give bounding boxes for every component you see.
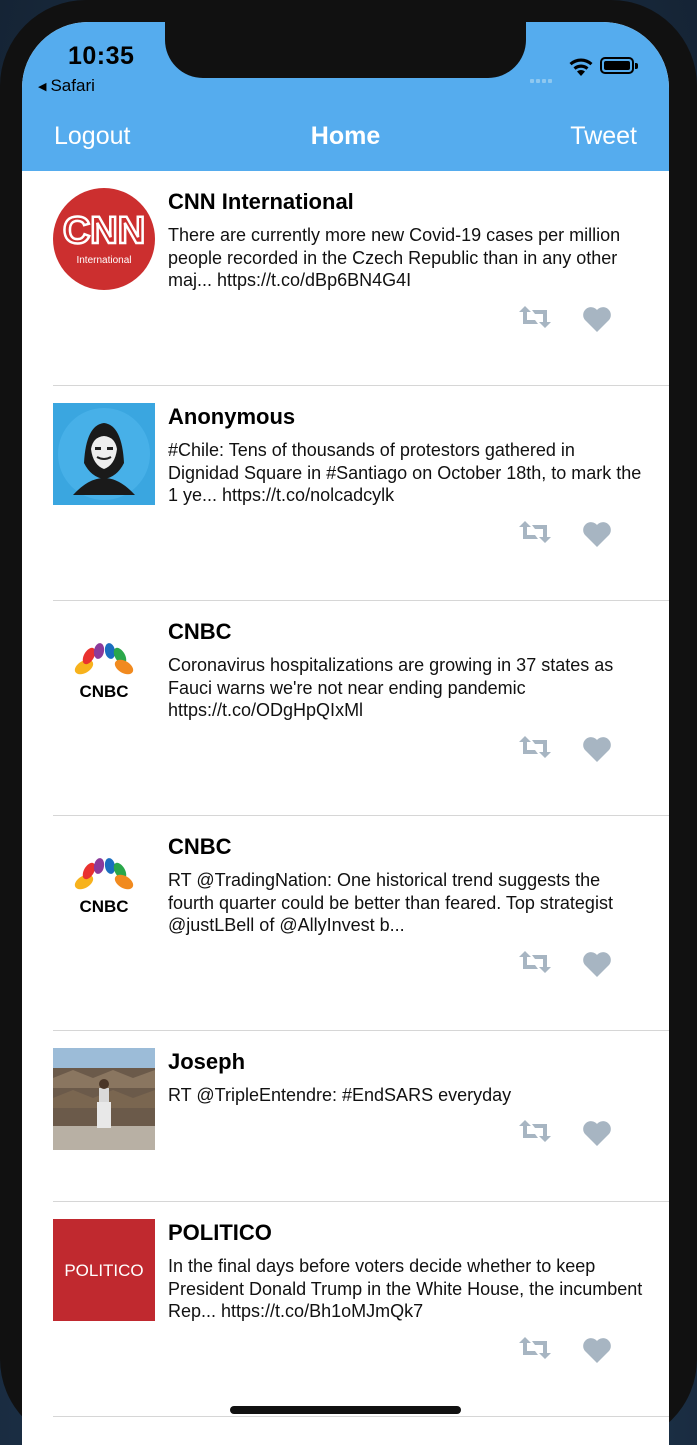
home-indicator[interactable]: [230, 1406, 461, 1414]
retweet-icon[interactable]: [518, 734, 552, 760]
svg-text:International: International: [76, 255, 131, 266]
tweet-text: RT @TradingNation: One historical trend …: [168, 870, 613, 935]
status-time: 10:35: [68, 42, 135, 70]
retweet-icon[interactable]: [518, 1118, 552, 1144]
tweet-actions: [518, 304, 618, 338]
back-arrow-icon: ◀: [38, 81, 47, 93]
logout-button[interactable]: Logout: [54, 122, 130, 151]
wifi-icon: [569, 58, 593, 76]
like-heart-icon[interactable]: [582, 306, 612, 332]
like-heart-icon[interactable]: [582, 1337, 612, 1363]
tweet-actions: [518, 734, 618, 768]
tweet-text: RT @TripleEntendre: #EndSARS everyday: [168, 1085, 512, 1105]
retweet-icon[interactable]: [518, 949, 552, 975]
avatar-politico[interactable]: POLITICO: [53, 1219, 155, 1321]
avatar-cnbc[interactable]: CNBC: [53, 833, 155, 935]
tweet-author: CNBC: [168, 834, 232, 859]
retweet-icon[interactable]: [518, 1335, 552, 1361]
svg-text:CNBC: CNBC: [79, 897, 128, 916]
svg-text:CNBC: CNBC: [79, 682, 128, 701]
screen: 10:35 ◀ Safari Home Logout Tweet CNN Int…: [22, 22, 669, 1445]
tweet-author: Joseph: [168, 1049, 246, 1074]
avatar-cnbc[interactable]: CNBC: [53, 618, 155, 720]
avatar-cnn[interactable]: CNN International: [53, 188, 155, 290]
tweet-row[interactable]: CNN International CNN International Ther…: [53, 171, 669, 386]
like-heart-icon[interactable]: [582, 521, 612, 547]
svg-text:POLITICO: POLITICO: [64, 1261, 143, 1280]
tweet-row[interactable]: Anonymous #Chile: Tens of thousands of p…: [53, 386, 669, 601]
tweet-author: POLITICO: [168, 1220, 272, 1245]
back-to-safari[interactable]: ◀ Safari: [38, 76, 95, 96]
battery-icon: [600, 57, 638, 74]
tweet-actions: [518, 519, 618, 553]
notch: [165, 22, 526, 78]
tweet-text: Coronavirus hospitalizations are growing…: [168, 655, 614, 720]
tweet-text: #Chile: Tens of thousands of protestors …: [168, 440, 642, 505]
tweet-feed[interactable]: CNN International CNN International Ther…: [22, 171, 669, 1417]
tweet-row[interactable]: CNBC CNBC Coronavirus hospitalizations a…: [53, 601, 669, 816]
tweet-actions: [518, 1335, 618, 1369]
tweet-button[interactable]: Tweet: [570, 122, 637, 151]
status-bar: 10:35 ◀ Safari: [22, 22, 669, 118]
phone-frame: 10:35 ◀ Safari Home Logout Tweet CNN Int…: [0, 0, 697, 1445]
avatar-anonymous[interactable]: [53, 403, 155, 505]
svg-text:CNN: CNN: [63, 210, 145, 252]
like-heart-icon[interactable]: [582, 951, 612, 977]
nav-bar: Home Logout Tweet: [22, 118, 669, 171]
tweet-actions: [518, 949, 618, 983]
tweet-author: CNN International: [168, 189, 354, 214]
tweet-row[interactable]: CNBC CNBC RT @TradingNation: One histori…: [53, 816, 669, 1031]
retweet-icon[interactable]: [518, 519, 552, 545]
tweet-author: Anonymous: [168, 404, 296, 429]
tweet-text: There are currently more new Covid-19 ca…: [168, 225, 621, 290]
tweet-actions: [518, 1118, 618, 1152]
like-heart-icon[interactable]: [582, 1120, 612, 1146]
avatar-joseph[interactable]: [53, 1048, 155, 1150]
tweet-text: In the final days before voters decide w…: [168, 1256, 643, 1321]
retweet-icon[interactable]: [518, 304, 552, 330]
tweet-row[interactable]: Joseph RT @TripleEntendre: #EndSARS ever…: [53, 1031, 669, 1202]
cellular-signal-icon: [530, 70, 554, 88]
tweet-row[interactable]: POLITICO POLITICO In the final days befo…: [53, 1202, 669, 1417]
like-heart-icon[interactable]: [582, 736, 612, 762]
back-app-label: Safari: [50, 76, 95, 95]
tweet-author: CNBC: [168, 619, 232, 644]
